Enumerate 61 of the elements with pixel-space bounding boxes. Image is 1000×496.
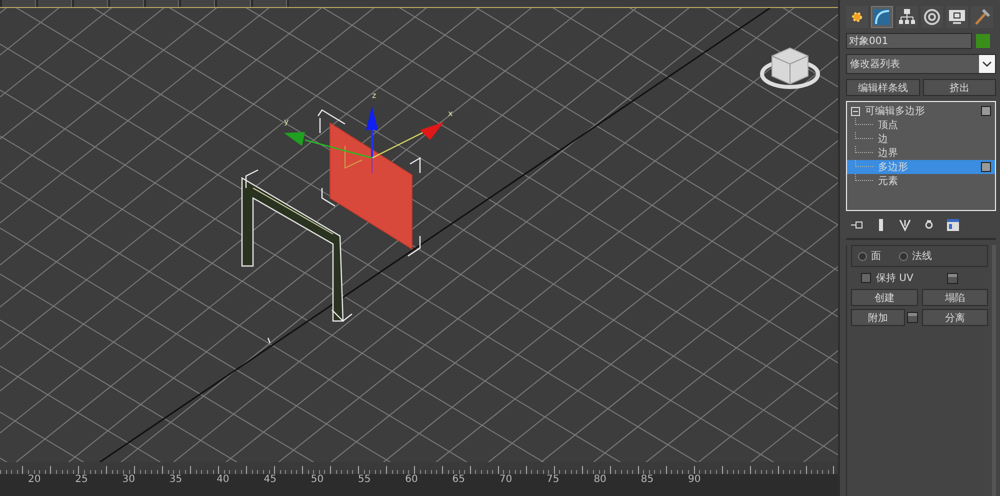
settings-button[interactable] (906, 312, 918, 323)
frame-number: 30 (122, 474, 136, 485)
axis-label: x (448, 109, 453, 118)
modifier-button[interactable]: 编辑样条线 (846, 79, 920, 96)
frame-number: 80 (594, 474, 608, 485)
motion-icon (923, 8, 941, 26)
rollout-button[interactable]: 创建 (851, 289, 918, 306)
stack-item[interactable]: 可编辑多边形 (847, 104, 995, 118)
sub-object-item[interactable]: 边界 (847, 146, 995, 160)
settings-button[interactable] (947, 272, 958, 284)
panel-tab[interactable] (846, 6, 868, 28)
panel-tab[interactable] (896, 6, 918, 28)
frame-number: 85 (640, 474, 655, 485)
object-name-field[interactable]: 对象001 (846, 33, 972, 49)
panel-tab[interactable] (871, 6, 893, 28)
frame-number: 45 (264, 474, 278, 485)
object-color-swatch[interactable] (976, 34, 990, 48)
panel-tab[interactable] (921, 6, 943, 28)
frame-number: 50 (310, 474, 325, 485)
preserve-uv-checkbox[interactable]: 保持 UV (861, 271, 914, 285)
rollout-button[interactable]: 分离 (922, 309, 988, 326)
panel-tab[interactable] (946, 6, 968, 28)
frame-number: 35 (169, 474, 184, 485)
axis-label: y (284, 117, 289, 126)
sub-object-item[interactable]: 元素 (847, 174, 995, 188)
modify-icon (873, 8, 891, 26)
radio-option[interactable]: 法线 (899, 249, 932, 263)
frame-number: 65 (452, 474, 466, 485)
frame-number: 90 (688, 474, 702, 485)
selected-plane[interactable] (330, 122, 412, 250)
utilities-icon (973, 8, 991, 26)
toggle-square-icon[interactable] (981, 106, 991, 116)
axis-label: z (372, 91, 376, 100)
chevron-down-icon (982, 61, 992, 67)
radio-option[interactable]: 面 (858, 249, 881, 263)
configure-icon[interactable] (946, 218, 960, 232)
frame-number: 75 (546, 474, 560, 485)
radio-icon[interactable] (899, 252, 908, 260)
frame-number: 55 (358, 474, 372, 485)
view-cube-icon[interactable] (760, 47, 820, 89)
frame-number: 40 (216, 474, 230, 485)
rollout-button[interactable]: 附加 (851, 309, 904, 326)
move-gizmo-drawing[interactable] (284, 106, 444, 174)
modifier-button[interactable]: 挤出 (922, 79, 996, 96)
frame-number: 25 (75, 474, 89, 485)
toggle-square-icon[interactable] (981, 162, 991, 172)
modifier-list-dropdown[interactable]: 修改器列表 (846, 54, 996, 74)
ribbon-tab[interactable] (146, 0, 180, 7)
perspective-viewport[interactable]: x y z (0, 7, 838, 462)
collapse-icon[interactable] (851, 106, 860, 116)
sub-object-item[interactable]: 边 (847, 132, 995, 146)
sub-object-item[interactable]: 顶点 (847, 118, 995, 132)
hierarchy-icon (898, 8, 916, 26)
frame-number: 60 (405, 474, 419, 485)
panel-tab[interactable] (971, 6, 993, 28)
display-icon (948, 8, 966, 26)
radio-icon[interactable] (858, 252, 867, 260)
frame-number: 20 (28, 474, 42, 485)
make-unique-icon[interactable] (898, 218, 912, 232)
frame-number: 70 (499, 474, 514, 485)
rollout-button[interactable]: 塌陷 (922, 289, 988, 306)
